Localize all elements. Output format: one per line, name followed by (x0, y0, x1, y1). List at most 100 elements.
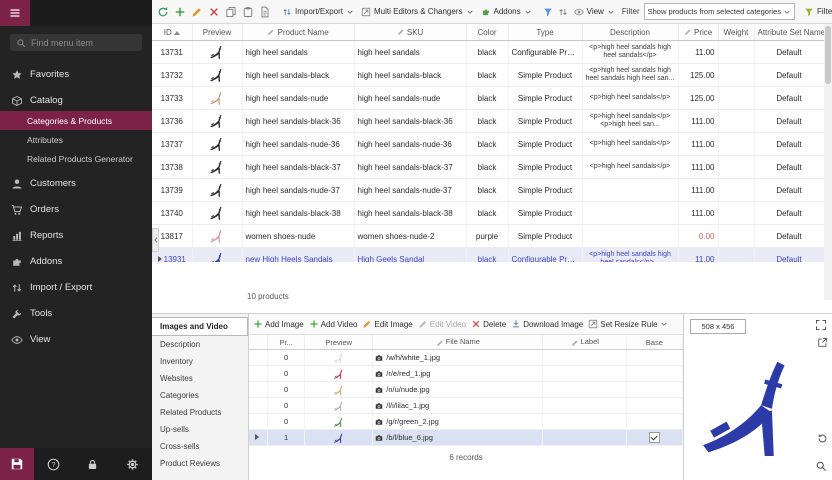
edit-video-button[interactable]: Edit Video (418, 319, 466, 329)
save-button[interactable] (0, 448, 34, 480)
cell-color: black (478, 71, 497, 80)
column-header-description[interactable]: Description (582, 24, 678, 41)
filter-quick-button[interactable] (541, 5, 555, 19)
sidebar-item-import-export[interactable]: Import / Export (0, 277, 152, 298)
grid-vertical-scrollbar[interactable] (824, 24, 832, 300)
sort-button[interactable] (556, 5, 570, 19)
sidebar-item-view[interactable]: View (0, 329, 152, 350)
pencil-icon (684, 28, 692, 36)
settings-button[interactable] (113, 458, 152, 471)
tab-cross-sells[interactable]: Cross-sells (152, 438, 248, 455)
delete-product-button[interactable] (206, 4, 222, 20)
sidebar-search-input[interactable]: Find menu item (10, 34, 142, 51)
set-resize-rule-button[interactable]: Set Resize Rule (588, 319, 667, 329)
tab-product-reviews[interactable]: Product Reviews (152, 455, 248, 472)
tab-up-sells[interactable]: Up-sells (152, 421, 248, 438)
copy-button[interactable] (223, 4, 239, 20)
cell-color: black (478, 255, 497, 263)
addons-dropdown[interactable]: Addons (478, 5, 535, 19)
media-column-header-preview[interactable]: Preview (305, 335, 373, 350)
edit-product-button[interactable] (189, 4, 205, 20)
view-dropdown[interactable]: View (571, 5, 618, 19)
open-external-icon[interactable] (817, 337, 828, 348)
cell-price: 111.00 (691, 140, 714, 149)
sidebar-item-reports[interactable]: Reports (0, 225, 152, 246)
scrollbar-handle[interactable] (825, 26, 831, 84)
edit-image-button[interactable]: Edit Image (362, 319, 412, 329)
sidebar-item-addons[interactable]: Addons (0, 251, 152, 272)
tab-description[interactable]: Description (152, 336, 248, 353)
menu-toggle-button[interactable] (0, 0, 30, 26)
column-header-color[interactable]: Color (466, 24, 508, 41)
cell-description: <p>high heel sandals high heel sandals</… (582, 248, 678, 263)
media-column-header-label[interactable]: Label (543, 335, 627, 350)
cell-sku: high heel sandals-black-37 (358, 163, 453, 172)
selected-row-marker (158, 256, 162, 262)
sidebar-item-related-products-generator[interactable]: Related Products Generator (0, 149, 152, 168)
lock-button[interactable] (73, 458, 112, 471)
column-header-id[interactable]: ID (152, 24, 192, 41)
records-count: 6 records (249, 453, 683, 462)
document-button[interactable] (257, 4, 273, 20)
sidebar-item-categories-products[interactable]: Categories & Products (0, 111, 152, 130)
tab-inventory[interactable]: Inventory (152, 353, 248, 370)
box-icon (11, 95, 23, 107)
zoom-icon[interactable] (815, 460, 827, 472)
add-image-button[interactable]: Add Image (253, 319, 304, 329)
tab-categories[interactable]: Categories (152, 387, 248, 404)
column-header-preview[interactable]: Preview (192, 24, 242, 41)
cell-attribute-set: Default (776, 186, 801, 195)
table-row[interactable]: 13739high heel sandals-nude-37high heel … (152, 179, 824, 202)
column-header-weight[interactable]: Weight (718, 24, 754, 41)
table-row[interactable]: 13737high heel sandals-nude-36high heel … (152, 133, 824, 156)
table-row[interactable]: 13817women shoes-nudewomen shoes-nude-2p… (152, 225, 824, 248)
cell-position: 1 (284, 433, 288, 442)
import-export-dropdown[interactable]: Import/Export (279, 5, 357, 19)
base-checkbox[interactable] (649, 432, 660, 443)
refresh-button[interactable] (155, 4, 171, 20)
refresh-icon (157, 6, 169, 18)
tab-related-products[interactable]: Related Products (152, 404, 248, 421)
rotate-icon[interactable] (817, 433, 828, 444)
panel-collapse-handle[interactable] (152, 228, 159, 252)
cell-position: 0 (284, 385, 288, 394)
column-header-type[interactable]: Type (508, 24, 582, 41)
sidebar-item-tools[interactable]: Tools (0, 303, 152, 324)
media-column-header-pr[interactable]: Pr... (268, 335, 305, 350)
filter-select[interactable]: Show products from selected categories (644, 3, 795, 20)
table-row[interactable]: 13738high heel sandals-black-37high heel… (152, 156, 824, 179)
table-row[interactable]: 13732high heel sandals-blackhigh heel sa… (152, 64, 824, 87)
add-product-button[interactable] (172, 4, 188, 20)
cell-product-name: women shoes-nude (246, 232, 316, 241)
delete-image-button[interactable]: Delete (471, 319, 506, 329)
sidebar-item-label: Catalog (30, 95, 63, 106)
column-header-sku[interactable]: SKU (354, 24, 466, 41)
help-button[interactable] (34, 458, 73, 471)
media-column-header-base[interactable]: Base (627, 335, 683, 350)
filters-button[interactable]: Filters (801, 5, 832, 19)
column-header-attribute-set-name[interactable]: Attribute Set Name (754, 24, 824, 41)
sidebar-item-catalog[interactable]: Catalog (0, 90, 152, 111)
table-row[interactable]: 13740high heel sandals-black-38high heel… (152, 202, 824, 225)
table-row[interactable]: 13736high heel sandals-black-36high heel… (152, 110, 824, 133)
add-video-button[interactable]: Add Video (309, 319, 358, 329)
sidebar-item-attributes[interactable]: Attributes (0, 130, 152, 149)
tab-websites[interactable]: Websites (152, 370, 248, 387)
table-row[interactable]: 13731high heel sandalshigh heel sandalsb… (152, 41, 824, 64)
column-header-product-name[interactable]: Product Name (242, 24, 354, 41)
download-image-button[interactable]: Download Image (511, 319, 583, 329)
column-header-price[interactable]: Price (678, 24, 718, 41)
sidebar-item-label: Reports (30, 230, 63, 241)
sidebar-item-favorites[interactable]: Favorites (0, 64, 152, 85)
media-column-header-file-name[interactable]: File Name (373, 335, 543, 350)
table-row[interactable]: 13733high heel sandals-nudehigh heel san… (152, 87, 824, 110)
paste-button[interactable] (240, 4, 256, 20)
multi-editors-dropdown[interactable]: Multi Editors & Changers (358, 5, 476, 19)
sidebar-item-orders[interactable]: Orders (0, 199, 152, 220)
tab-images-and-video[interactable]: Images and Video (152, 317, 248, 336)
media-column-header-indicator[interactable] (249, 335, 268, 350)
table-row[interactable]: 13931new High Heels SandalsHigh Geels Sa… (152, 248, 824, 263)
sidebar-item-customers[interactable]: Customers (0, 173, 152, 194)
cell-type: Simple Product (518, 140, 572, 149)
fullscreen-icon[interactable] (815, 319, 827, 331)
